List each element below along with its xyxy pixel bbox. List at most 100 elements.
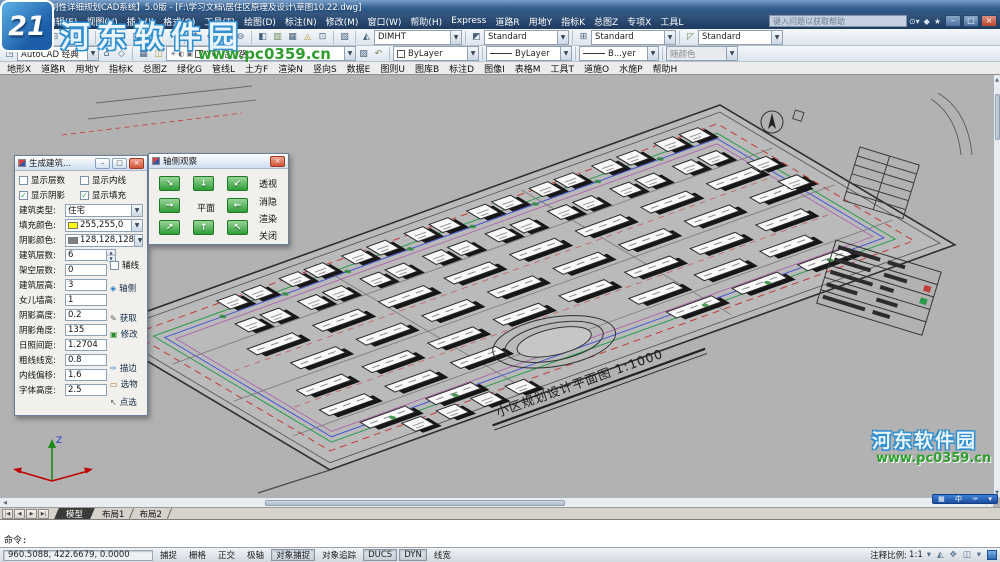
grid-toggle[interactable]: 栅格 [184, 549, 211, 561]
font-height-input[interactable]: 2.5 [65, 384, 107, 396]
menu-edit[interactable]: 编辑(E) [42, 15, 82, 28]
horizontal-scroll-thumb[interactable] [265, 500, 565, 506]
command-line[interactable]: 命令: [0, 519, 1000, 548]
menu-window[interactable]: 窗口(W) [363, 15, 406, 28]
scroll-left-icon[interactable]: ◀ [0, 500, 10, 506]
quickcalc-icon[interactable]: ⊡ [315, 30, 330, 44]
search-icon[interactable]: ⊙▾ [907, 17, 922, 26]
layer-combo[interactable]: ☀ ◐ ▣ XG-宅前路▼ [166, 46, 356, 61]
pick-button[interactable]: ✎获取 [110, 312, 137, 324]
color-combo[interactable]: ByLayer▼ [393, 46, 479, 61]
menu-tools[interactable]: 工具(T) [200, 15, 240, 28]
fill-color-select[interactable]: 255,255,0▼ [65, 219, 143, 232]
outline-button[interactable]: ✑描边 [110, 362, 137, 374]
prev-tab-icon[interactable]: ◀ [14, 509, 25, 519]
table-style-combo[interactable]: Standard▼ [591, 30, 676, 45]
status-menu-icon[interactable]: ▾ [975, 550, 983, 560]
doc-restore-button[interactable]: □ [963, 15, 979, 27]
dialog-close-button[interactable]: × [129, 158, 144, 169]
workspace-combo[interactable]: AutoCAD 经典▼ [17, 46, 99, 61]
building-type-select[interactable]: 住宅▼ [65, 204, 143, 217]
cut-icon[interactable]: ✂ [99, 30, 114, 44]
otrack-toggle[interactable]: 对象追踪 [317, 549, 361, 561]
cadmenu-earthwork[interactable]: 土方F [245, 62, 268, 75]
menu-road[interactable]: 道路R [491, 15, 524, 28]
generate-building-titlebar[interactable]: 生成建筑... – □ × [15, 156, 147, 171]
cadmenu-green[interactable]: 绿化G [177, 62, 202, 75]
modify-button[interactable]: ▣修改 [110, 328, 138, 340]
doc-minimize-button[interactable]: – [945, 15, 961, 27]
show-innerline-checkbox[interactable]: 显示内线 [80, 174, 141, 186]
floor-height-input[interactable]: 3 [65, 279, 107, 291]
pin-icon[interactable]: ◆ [922, 17, 932, 26]
workspace-settings-icon[interactable]: ⌂ [99, 47, 114, 61]
shadow-angle-input[interactable]: 135 [65, 324, 107, 336]
snap-toggle[interactable]: 捕捉 [155, 549, 182, 561]
polar-toggle[interactable]: 极轴 [242, 549, 269, 561]
axon-arrow-s-button[interactable]: ↓ [193, 176, 214, 191]
tab-layout2[interactable]: 布局2 [132, 508, 168, 520]
axon-arrow-ne-button[interactable]: ↗ [159, 220, 180, 235]
lineweight-toggle[interactable]: 线宽 [429, 549, 456, 561]
tool-palettes-icon[interactable]: ▦ [285, 30, 300, 44]
ortho-toggle[interactable]: 正交 [213, 549, 240, 561]
clean-screen-button[interactable] [987, 550, 997, 560]
menu-landuse[interactable]: 用地Y [524, 15, 557, 28]
cadmenu-terrain[interactable]: 地形X [7, 62, 31, 75]
axon-button[interactable]: ◈轴侧 [110, 282, 136, 294]
autoscale-icon[interactable]: ✥ [948, 550, 959, 560]
help-search-input[interactable] [769, 15, 907, 27]
horizontal-scrollbar[interactable]: ◀ ▶ [0, 497, 993, 507]
last-tab-icon[interactable]: ▶| [38, 509, 49, 519]
workspace-save-icon[interactable]: ◇ [114, 47, 129, 61]
annotation-scale-value[interactable]: 1:1 [909, 550, 923, 560]
menu-format[interactable]: 格式(O) [159, 15, 200, 28]
cadmenu-data[interactable]: 数据E [347, 62, 371, 75]
make-current-layer-icon[interactable]: ▨ [356, 47, 371, 61]
shadow-height-input[interactable]: 0.2 [65, 309, 107, 321]
menu-help[interactable]: 帮助(H) [406, 15, 447, 28]
cadmenu-pipeline[interactable]: 管线L [212, 62, 235, 75]
workspace-icon[interactable]: ◳ [2, 47, 17, 61]
help-icon[interactable]: ▧ [337, 30, 352, 44]
cadmenu-help[interactable]: 帮助H [653, 62, 678, 75]
parapet-height-input[interactable]: 1 [65, 294, 107, 306]
dyn-toggle[interactable]: DYN [399, 549, 427, 561]
menu-dimension[interactable]: 标注(N) [280, 15, 321, 28]
tab-layout1[interactable]: 布局1 [95, 508, 131, 520]
dialog-minimize-button[interactable]: – [95, 158, 110, 169]
menu-index[interactable]: 指标K [557, 15, 590, 28]
next-tab-icon[interactable]: ▶ [26, 509, 37, 519]
ime-pen-icon[interactable]: ✑ [972, 495, 978, 503]
menu-file[interactable]: 文件(F) [3, 15, 42, 28]
select-object-button[interactable]: ▭选物 [110, 378, 138, 390]
point-select-button[interactable]: ↖点选 [110, 396, 137, 408]
close-label-button[interactable]: 关闭 [259, 229, 277, 242]
axon-view-titlebar[interactable]: 轴侧观察 × [149, 154, 288, 169]
menu-express[interactable]: Express [447, 16, 491, 26]
menu-view[interactable]: 视图(V) [82, 15, 122, 28]
menu-special[interactable]: 专项X [623, 15, 656, 28]
cadmenu-vertical[interactable]: 竖向S [313, 62, 337, 75]
properties-icon[interactable]: ◧ [255, 30, 270, 44]
shadow-color-select[interactable]: 128,128,128▼ [65, 234, 143, 247]
mleader-style-icon[interactable]: ◸ [683, 30, 698, 44]
dialog-maximize-button[interactable]: □ [112, 158, 127, 169]
table-style-icon[interactable]: ⊞ [576, 30, 591, 44]
text-style-combo[interactable]: Standard▼ [484, 30, 569, 45]
zoom-window-icon[interactable]: ⊕ [218, 30, 233, 44]
favorites-icon[interactable]: ★ [932, 17, 943, 26]
cadmenu-road[interactable]: 道路R [41, 62, 65, 75]
stilt-floors-input[interactable]: 0 [65, 264, 107, 276]
ime-keyboard-icon[interactable]: ▦ [938, 495, 945, 503]
layer-previous-icon[interactable]: ↶ [371, 47, 386, 61]
plot-icon[interactable]: ⊟ [47, 30, 62, 44]
ducs-toggle[interactable]: DUCS [363, 549, 397, 561]
axon-close-button[interactable]: × [270, 156, 285, 167]
layer-states-icon[interactable]: ◫ [151, 47, 166, 61]
open-icon[interactable]: ◱ [17, 30, 32, 44]
cadmenu-image[interactable]: 图像I [484, 62, 505, 75]
ime-language-bar[interactable]: ▦ 中 ✑ ▾ [932, 494, 998, 504]
mleader-style-combo[interactable]: Standard▼ [698, 30, 783, 45]
show-fill-checkbox[interactable]: ✓显示填充 [80, 189, 141, 201]
